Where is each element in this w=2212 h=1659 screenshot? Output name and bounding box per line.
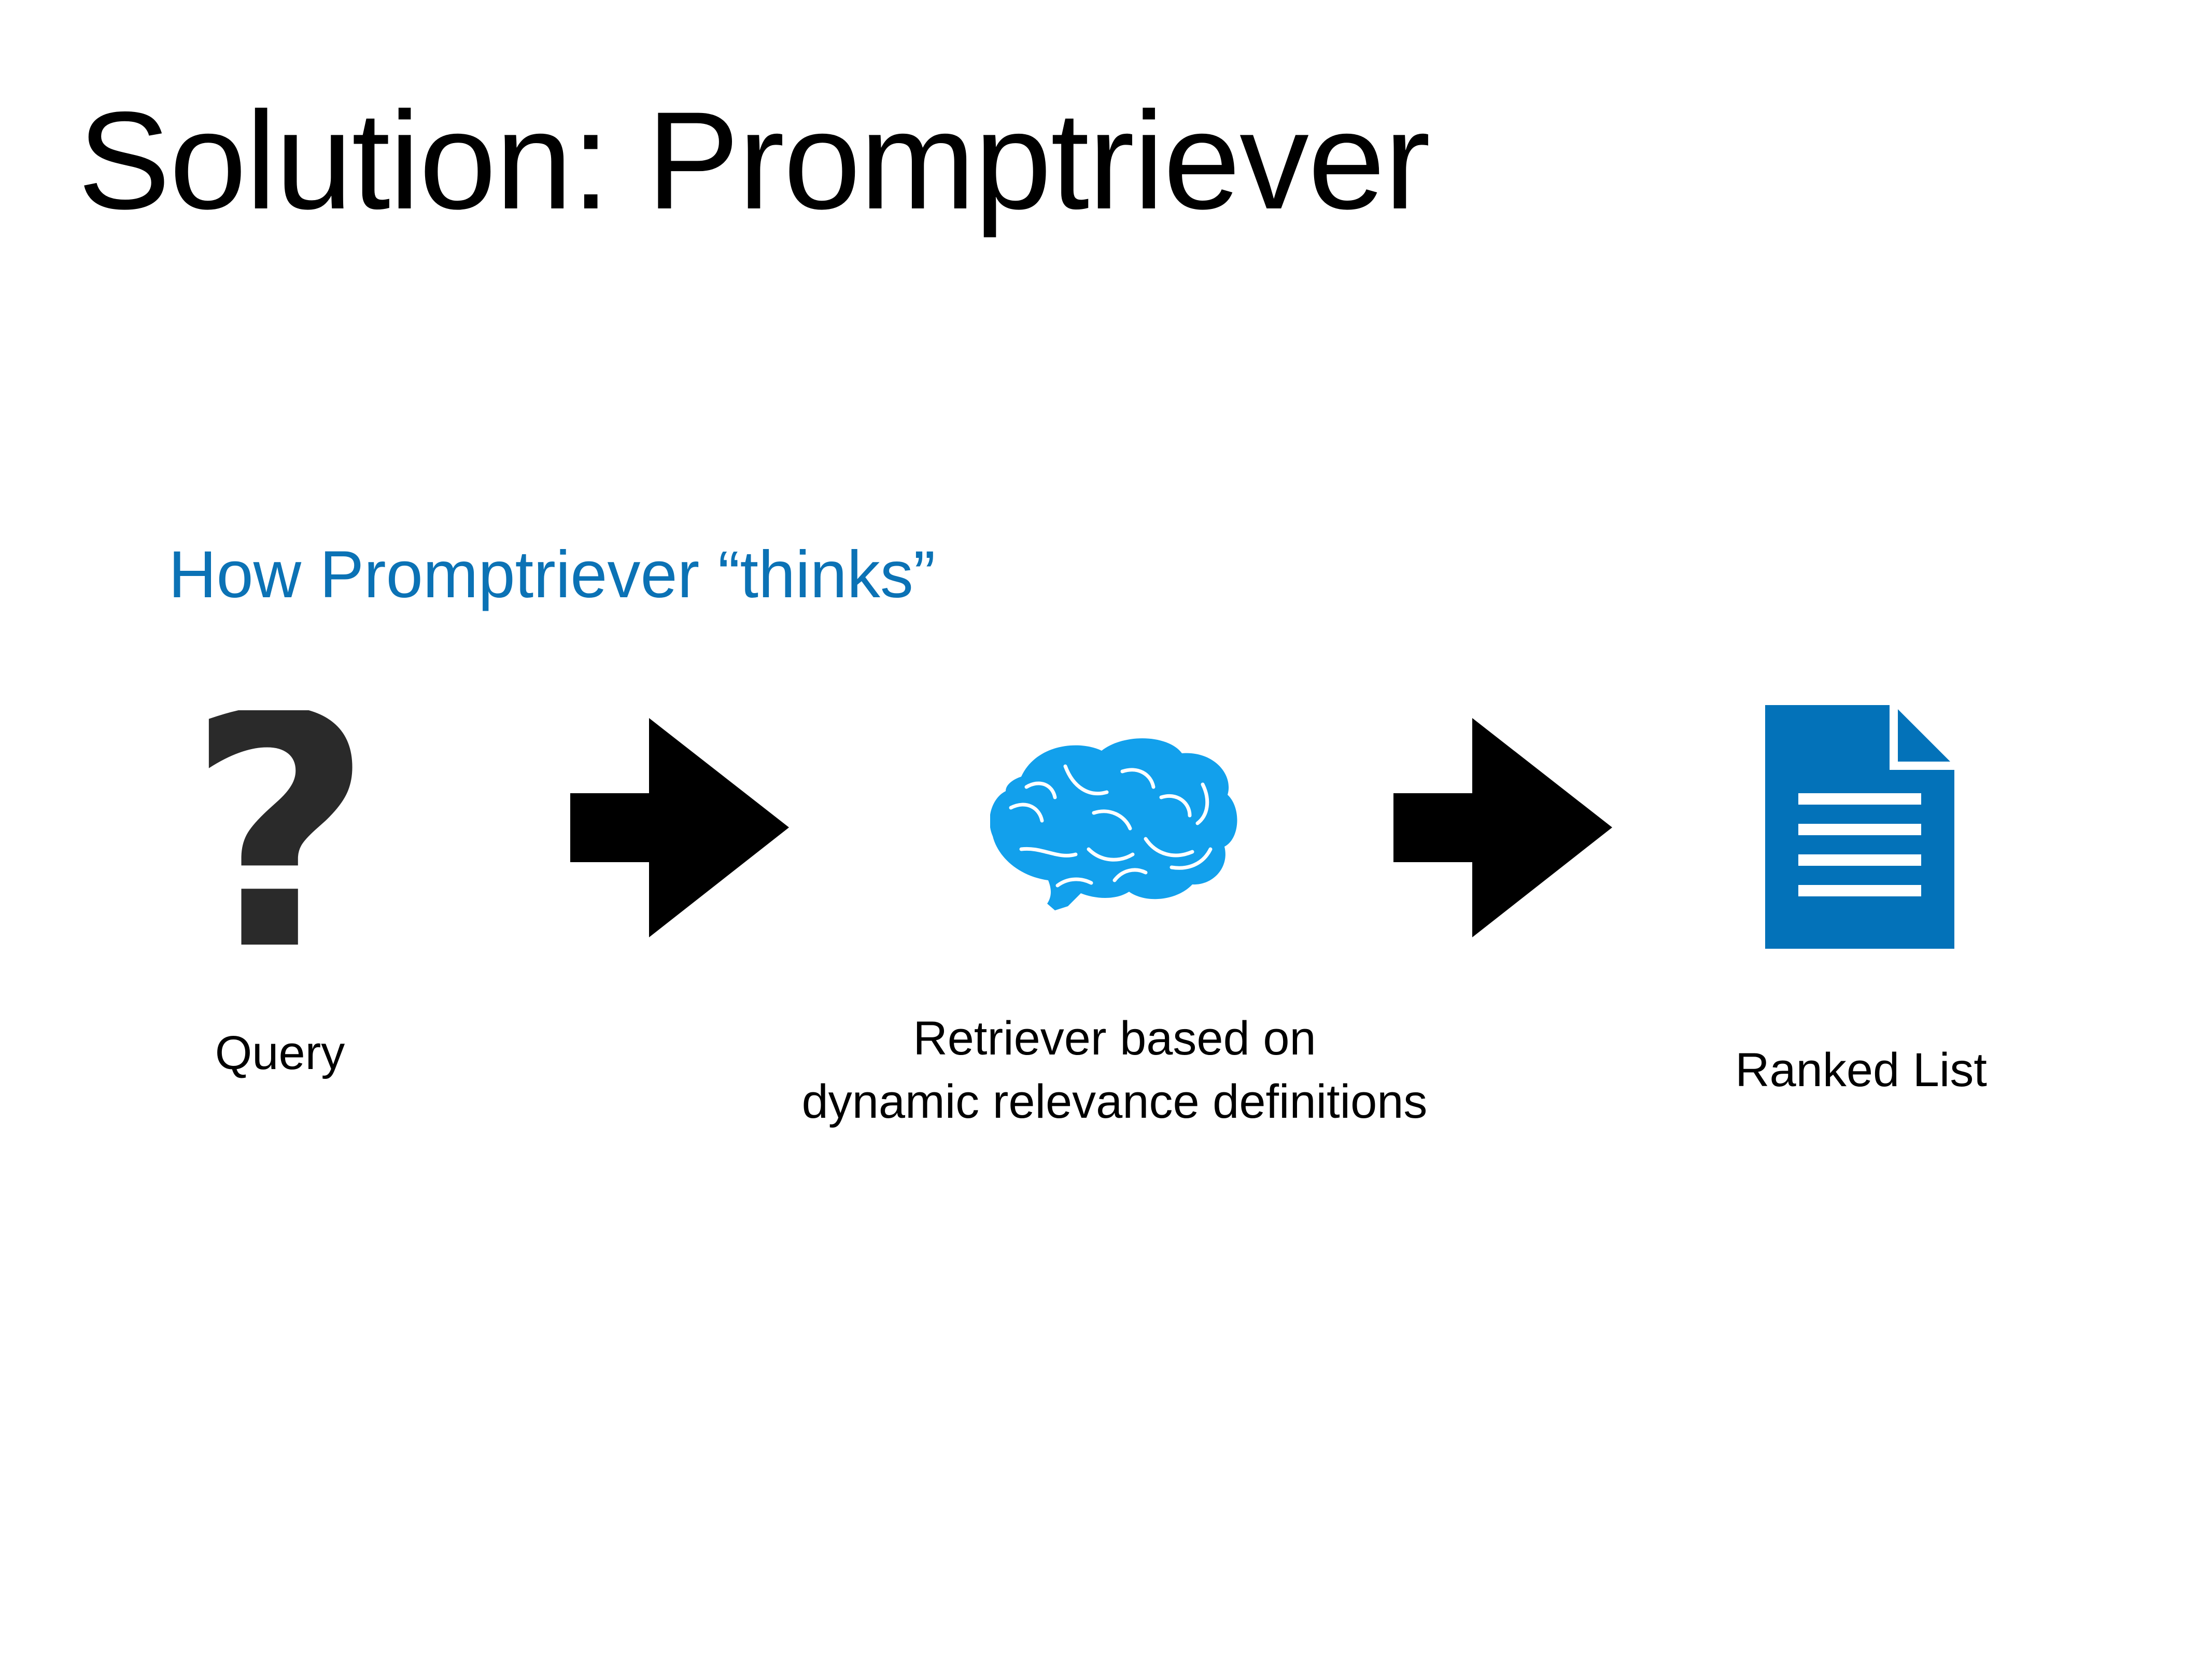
query-label-text: Query [215,1027,345,1079]
retriever-label-line-1: Retriever based on [913,1012,1316,1065]
retriever-label-line-2: dynamic relevance definitions [801,1075,1428,1128]
query-label: Query [176,1021,384,1085]
question-mark-icon: ? [192,710,368,949]
ranked-list-label: Ranked List [1680,1038,2042,1102]
section-subtitle: How Promptriever “thinks” [168,538,936,612]
page-title: Solution: Promptriever [78,82,1430,238]
ranked-list-label-text: Ranked List [1735,1044,1987,1096]
retriever-label: Retriever based on dynamic relevance def… [726,1007,1503,1133]
brain-icon [990,730,1239,922]
svg-text:?: ? [192,710,368,949]
right-arrow-icon [570,718,789,937]
document-icon [1765,705,1954,949]
right-arrow-icon [1393,718,1612,937]
